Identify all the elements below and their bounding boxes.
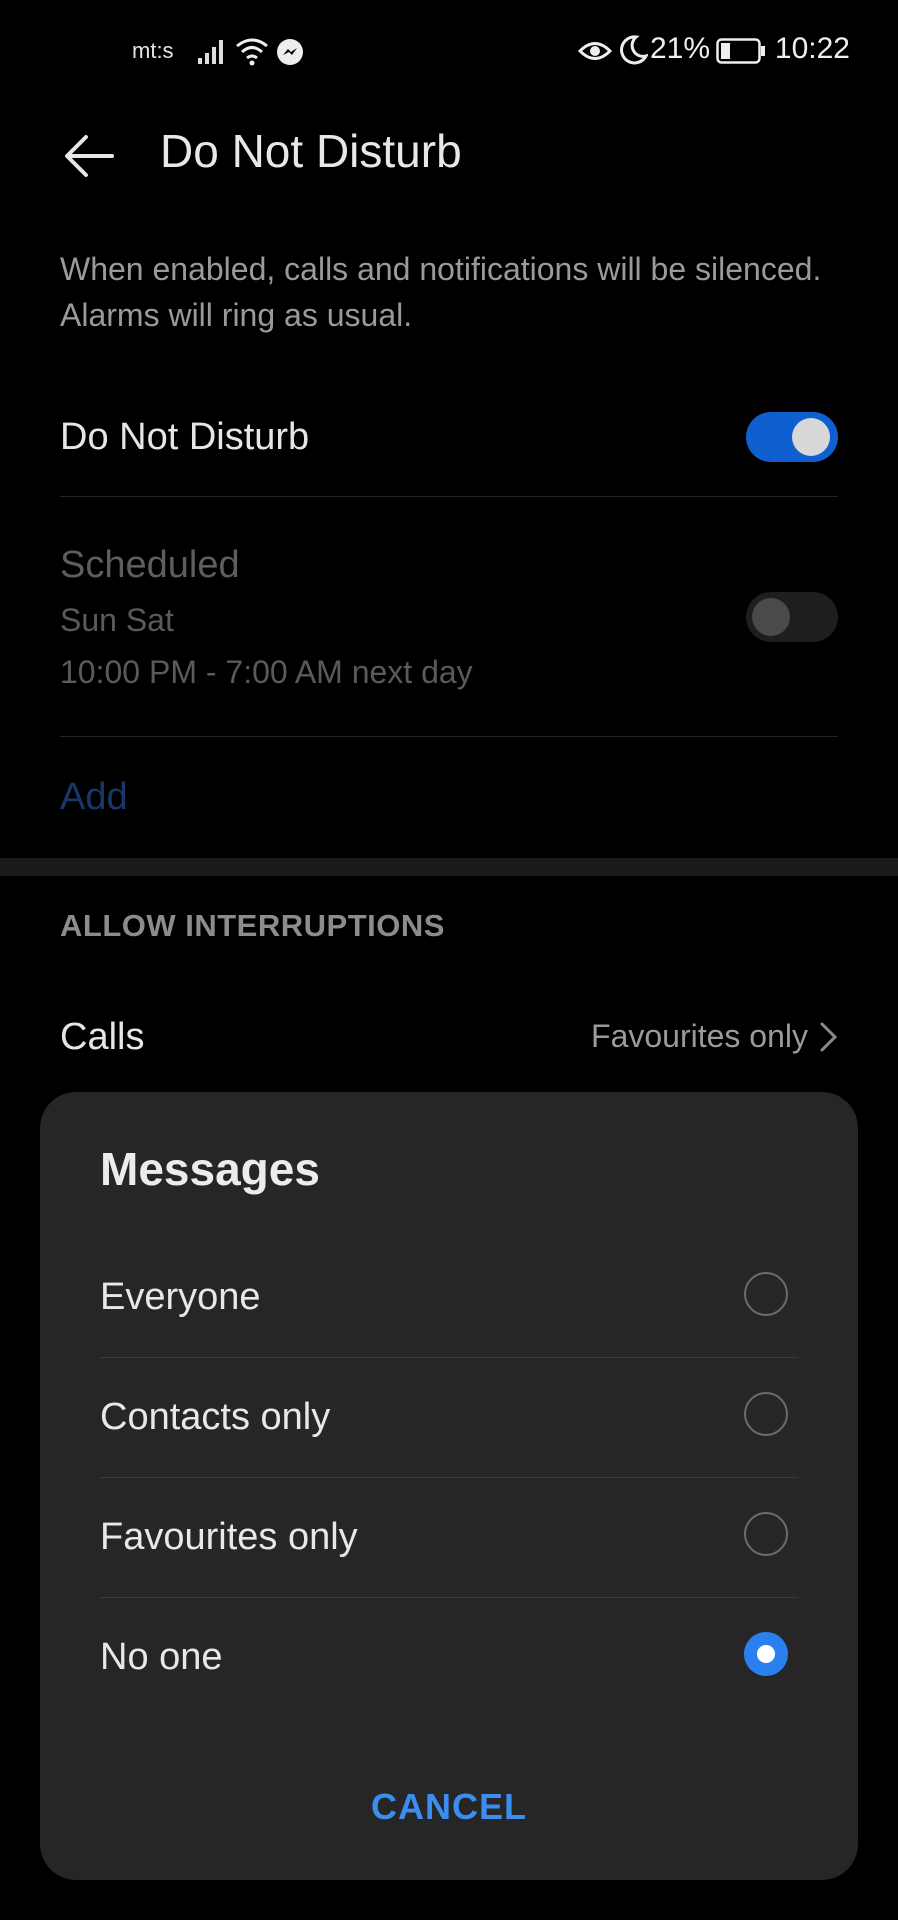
eye-icon [578,42,612,60]
option-label: Contacts only [100,1396,331,1438]
toggle-knob [792,418,830,456]
radio-button[interactable] [744,1512,788,1556]
scheduled-title: Scheduled [60,544,240,586]
dialog-title: Messages [100,1143,320,1195]
radio-button[interactable] [744,1392,788,1436]
wifi-icon [236,38,268,66]
dnd-label: Do Not Disturb [60,416,310,458]
scheduled-time: 10:00 PM - 7:00 AM next day [60,654,473,690]
toggle-knob [752,598,790,636]
scheduled-days: Sun Sat [60,602,174,638]
back-arrow-icon[interactable] [62,128,118,184]
signal-icon [198,40,223,64]
chevron-right-icon [820,1022,838,1052]
scheduled-row[interactable]: Scheduled Sun Sat 10:00 PM - 7:00 AM nex… [0,530,898,730]
divider [60,736,838,737]
option-label: Everyone [100,1276,261,1318]
clock: 10:22 [774,32,850,65]
scheduled-toggle[interactable] [746,592,838,642]
carrier-label: mt:s [132,38,174,63]
moon-icon [620,35,648,65]
messenger-icon [277,39,303,65]
description-text: When enabled, calls and notifications wi… [60,251,822,333]
calls-value: Favourites only [591,1018,808,1054]
page-title: Do Not Disturb [160,125,462,177]
section-divider [0,858,898,876]
radio-button-selected[interactable] [744,1632,788,1676]
status-bar: mt:s 21% 10:22 [0,0,898,104]
battery-percent: 21% [650,32,711,65]
radio-button[interactable] [744,1272,788,1316]
option-everyone[interactable]: Everyone [100,1238,798,1358]
add-schedule-button[interactable]: Add [60,776,128,819]
cancel-button[interactable]: CANCEL [40,1786,858,1828]
dnd-toggle[interactable] [746,412,838,462]
option-favourites-only[interactable]: Favourites only [100,1478,798,1598]
messages-dialog: Messages Everyone Contacts only Favourit… [40,1092,858,1880]
option-label: Favourites only [100,1516,358,1558]
option-no-one[interactable]: No one [100,1598,798,1718]
option-contacts-only[interactable]: Contacts only [100,1358,798,1478]
battery-icon [716,38,765,64]
calls-label: Calls [60,1016,145,1058]
section-heading: ALLOW INTERRUPTIONS [60,908,445,943]
divider [60,496,838,497]
option-label: No one [100,1636,223,1678]
